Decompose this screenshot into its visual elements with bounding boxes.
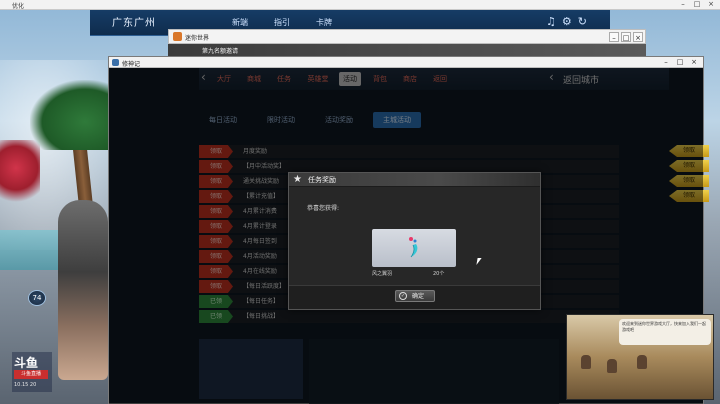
minimize-icon[interactable]: – xyxy=(609,32,619,42)
dialog-prompt: 恭喜您获得: xyxy=(307,205,340,212)
gear-icon[interactable]: ⚙ xyxy=(562,15,578,28)
main-window-titlebar: 修神记 – □ × xyxy=(109,57,703,68)
preview-figure xyxy=(637,355,647,369)
close-icon[interactable]: × xyxy=(687,57,701,67)
level-badge: 74 xyxy=(28,290,46,306)
app-logo-icon xyxy=(173,32,182,41)
maximize-icon[interactable]: □ xyxy=(621,32,631,42)
preview-figure xyxy=(581,355,591,369)
reward-name: 风之翼羽 xyxy=(372,271,393,277)
confirm-button[interactable]: ✓ 确定 xyxy=(395,290,435,302)
reward-item-box[interactable] xyxy=(372,229,456,267)
player-character xyxy=(58,200,108,380)
minimize-icon[interactable]: – xyxy=(676,0,690,9)
stream-logo: 斗鱼 斗鱼直播 10.15 20 xyxy=(12,352,52,392)
confirm-label: 确定 xyxy=(412,293,425,300)
logo-date: 10.15 20 xyxy=(14,382,37,388)
mini-world-window: 迷你世界 – □ × xyxy=(168,29,646,44)
mini-window-strip: 第九名额邀请 xyxy=(168,44,646,56)
app-logo-icon xyxy=(112,59,119,66)
flower-bush xyxy=(0,140,40,210)
reward-count: 20个 xyxy=(433,271,445,277)
mini-strip-text: 第九名额邀请 xyxy=(202,48,239,55)
gamepad-icon[interactable]: ♫ xyxy=(546,15,562,28)
minimize-icon[interactable]: – xyxy=(659,57,673,67)
wing-feather-icon xyxy=(409,237,418,258)
dialog-header: ★ 任务奖励 xyxy=(289,173,540,187)
check-icon: ✓ xyxy=(399,292,407,300)
maximize-icon[interactable]: □ xyxy=(690,0,704,9)
tray-icons[interactable]: ♫⚙↻ xyxy=(546,15,593,28)
mini-window-title: 迷你世界 xyxy=(185,35,210,42)
stream-preview[interactable]: 欢迎来到迷你世界游戏大厅，快来加入我们一起游戏吧 xyxy=(566,314,714,400)
star-icon: ★ xyxy=(293,174,302,185)
close-icon[interactable]: × xyxy=(633,32,643,42)
refresh-icon[interactable]: ↻ xyxy=(578,15,593,28)
preview-chat-bubble: 欢迎来到迷你世界游戏大厅，快来加入我们一起游戏吧 xyxy=(619,319,711,345)
maximize-icon[interactable]: □ xyxy=(673,57,687,67)
task-reward-dialog: ★ 任务奖励 恭喜您获得: 风之翼羽 20个 ✓ 确定 xyxy=(288,172,541,310)
main-window-title: 修神记 xyxy=(122,61,141,68)
logo-subtitle: 斗鱼直播 xyxy=(14,370,48,379)
logo-text: 斗鱼 xyxy=(14,356,39,370)
back-window-titlebar: 优化 – □ × xyxy=(0,0,720,10)
close-icon[interactable]: × xyxy=(704,0,718,9)
back-window-title: 优化 xyxy=(12,3,25,10)
dialog-title: 任务奖励 xyxy=(308,176,336,184)
preview-figure xyxy=(607,359,617,373)
city-label: 广东广州 xyxy=(112,18,156,29)
